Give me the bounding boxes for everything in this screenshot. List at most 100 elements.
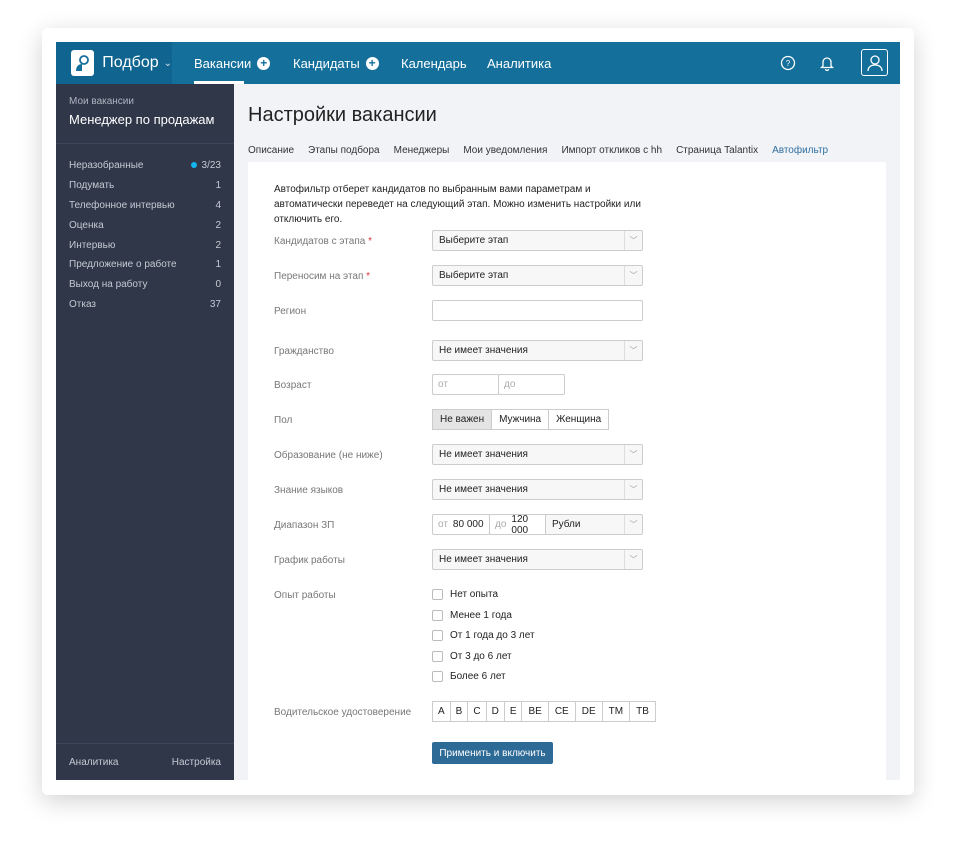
chevron-down-icon: ⌄ xyxy=(163,57,172,69)
app: Подбор ⌄ Вакансии + Кандидаты + Календарь … xyxy=(56,42,900,780)
stage-label: Предложение о работе xyxy=(69,259,177,271)
education-label: Образование (не ниже) xyxy=(274,450,383,461)
tab[interactable]: Менеджеры xyxy=(394,145,450,163)
stage-label: Подумать xyxy=(69,180,115,192)
citizenship-select[interactable]: Не имеет значения ﹀ xyxy=(432,340,643,361)
checkbox-icon[interactable] xyxy=(432,671,443,682)
license-option[interactable]: B xyxy=(449,701,469,722)
tab[interactable]: Описание xyxy=(248,145,294,163)
logo-icon xyxy=(71,50,95,76)
plus-icon[interactable]: + xyxy=(365,56,379,70)
from-stage-label: Кандидатов с этапа * xyxy=(274,236,372,247)
top-header: Подбор ⌄ Вакансии + Кандидаты + Календарь … xyxy=(56,42,900,84)
nav-vacancies[interactable]: Вакансии + xyxy=(194,42,271,84)
gender-option[interactable]: Женщина xyxy=(548,409,610,430)
nav-analytics[interactable]: Аналитика xyxy=(487,42,551,84)
languages-label: Знание языков xyxy=(274,485,344,496)
bell-icon[interactable] xyxy=(817,53,837,73)
nav-label: Вакансии xyxy=(194,55,252,71)
stage-label: Неразобранные xyxy=(69,160,144,172)
chevron-down-icon: ﹀ xyxy=(624,480,642,499)
nav-calendar[interactable]: Календарь xyxy=(401,42,467,84)
sidebar-settings-link[interactable]: Настройка xyxy=(172,757,221,768)
schedule-label: График работы xyxy=(274,555,345,566)
sidebar-stage-item[interactable]: Отказ 37 xyxy=(56,295,234,315)
help-icon[interactable]: ? xyxy=(778,53,798,73)
new-dot-icon xyxy=(190,162,197,169)
experience-checkbox[interactable]: От 3 до 6 лет xyxy=(432,650,512,662)
from-stage-select[interactable]: Выберите этап ﹀ xyxy=(432,230,643,251)
tab[interactable]: Автофильтр xyxy=(772,145,829,164)
license-option[interactable]: A xyxy=(432,701,451,722)
to-stage-label: Переносим на этап * xyxy=(274,271,371,282)
license-option[interactable]: TB xyxy=(629,701,656,722)
license-option[interactable]: D xyxy=(485,701,505,722)
gender-segmented: Не важен Мужчина Женщина xyxy=(432,409,610,430)
plus-icon[interactable]: + xyxy=(257,56,271,70)
tabs: Описание Этапы подбора Менеджеры Мои уведом… xyxy=(248,145,842,164)
sidebar-stage-item[interactable]: Выход на работу 0 xyxy=(56,275,234,295)
experience-checkbox[interactable]: От 1 года до 3 лет xyxy=(432,630,535,641)
tab[interactable]: Мои уведомления xyxy=(463,145,547,163)
salary-to-input[interactable]: до 120 000 xyxy=(489,514,547,536)
profile-avatar-icon[interactable] xyxy=(861,49,888,76)
license-option[interactable]: BE xyxy=(521,701,549,722)
age-to-input[interactable]: до xyxy=(498,374,565,395)
checkbox-icon[interactable] xyxy=(432,630,443,641)
sidebar-stage-item[interactable]: Предложение о работе 1 xyxy=(56,255,234,275)
license-option[interactable]: E xyxy=(503,701,523,722)
experience-checkbox[interactable]: Менее 1 года xyxy=(432,609,512,621)
stage-count: 1 xyxy=(215,259,221,271)
stage-count: 3/23 xyxy=(190,160,221,171)
region-input[interactable] xyxy=(432,300,643,321)
sidebar-stage-item[interactable]: Интервью 2 xyxy=(56,235,234,255)
nav-candidates[interactable]: Кандидаты + xyxy=(293,42,379,84)
age-label: Возраст xyxy=(274,380,312,391)
languages-select[interactable]: Не имеет значения ﹀ xyxy=(432,479,643,500)
sidebar-analytics-link[interactable]: Аналитика xyxy=(69,757,119,768)
autofilter-panel: Автофильтр отберет кандидатов по выбранн… xyxy=(248,162,886,780)
sidebar-caption: Мои вакансии xyxy=(69,96,134,107)
checkbox-icon[interactable] xyxy=(432,589,443,600)
experience-label: Опыт работы xyxy=(274,590,336,601)
experience-checkbox[interactable]: Нет опыта xyxy=(432,589,498,600)
apply-enable-button[interactable]: Применить и включить xyxy=(432,742,553,764)
region-label: Регион xyxy=(274,306,307,317)
sidebar-stage-item[interactable]: Телефонное интервью 4 xyxy=(56,196,234,216)
stage-label: Оценка xyxy=(69,219,104,231)
nav-label: Аналитика xyxy=(487,55,552,71)
chevron-down-icon: ﹀ xyxy=(624,266,642,285)
license-option[interactable]: C xyxy=(467,701,487,722)
salary-from-input[interactable]: от 80 000 xyxy=(432,514,490,535)
tab[interactable]: Импорт откликов с hh xyxy=(561,145,662,163)
sidebar-stage-item[interactable]: Подумать 1 xyxy=(56,176,234,196)
stage-count: 2 xyxy=(215,219,221,231)
chevron-down-icon: ﹀ xyxy=(624,550,642,569)
checkbox-icon[interactable] xyxy=(432,609,443,621)
sidebar: Мои вакансии Менеджер по продажам Неразо… xyxy=(56,84,234,780)
license-option[interactable]: DE xyxy=(574,701,603,722)
stage-count: 4 xyxy=(215,199,221,211)
brand-menu[interactable]: Подбор ⌄ xyxy=(56,42,172,84)
education-select[interactable]: Не имеет значения ﹀ xyxy=(432,444,643,465)
license-segmented: A B C D E BE CE DE TM TB xyxy=(432,701,656,722)
gender-option[interactable]: Мужчина xyxy=(491,409,550,430)
checkbox-icon[interactable] xyxy=(432,650,443,662)
license-option[interactable]: CE xyxy=(547,701,576,722)
age-from-input[interactable]: от xyxy=(432,374,499,395)
tab[interactable]: Этапы подбора xyxy=(308,145,380,163)
tab[interactable]: Страница Talantix xyxy=(676,145,758,163)
experience-checkbox[interactable]: Более 6 лет xyxy=(432,671,506,682)
to-stage-select[interactable]: Выберите этап ﹀ xyxy=(432,265,643,286)
sidebar-stage-item[interactable]: Оценка 2 xyxy=(56,215,234,235)
schedule-select[interactable]: Не имеет значения ﹀ xyxy=(432,549,643,570)
intro-text: Автофильтр отберет кандидатов по выбранн… xyxy=(274,184,641,225)
stage-label: Интервью xyxy=(69,239,116,251)
brand-label: Подбор xyxy=(102,54,159,71)
stage-count: 37 xyxy=(209,298,221,310)
sidebar-stage-item[interactable]: Неразобранные 3/23 xyxy=(56,156,234,176)
vacancy-title[interactable]: Менеджер по продажам xyxy=(69,112,221,127)
currency-select[interactable]: Рубли ﹀ xyxy=(545,514,643,535)
gender-option[interactable]: Не важен xyxy=(432,409,493,430)
license-option[interactable]: TM xyxy=(601,701,631,722)
